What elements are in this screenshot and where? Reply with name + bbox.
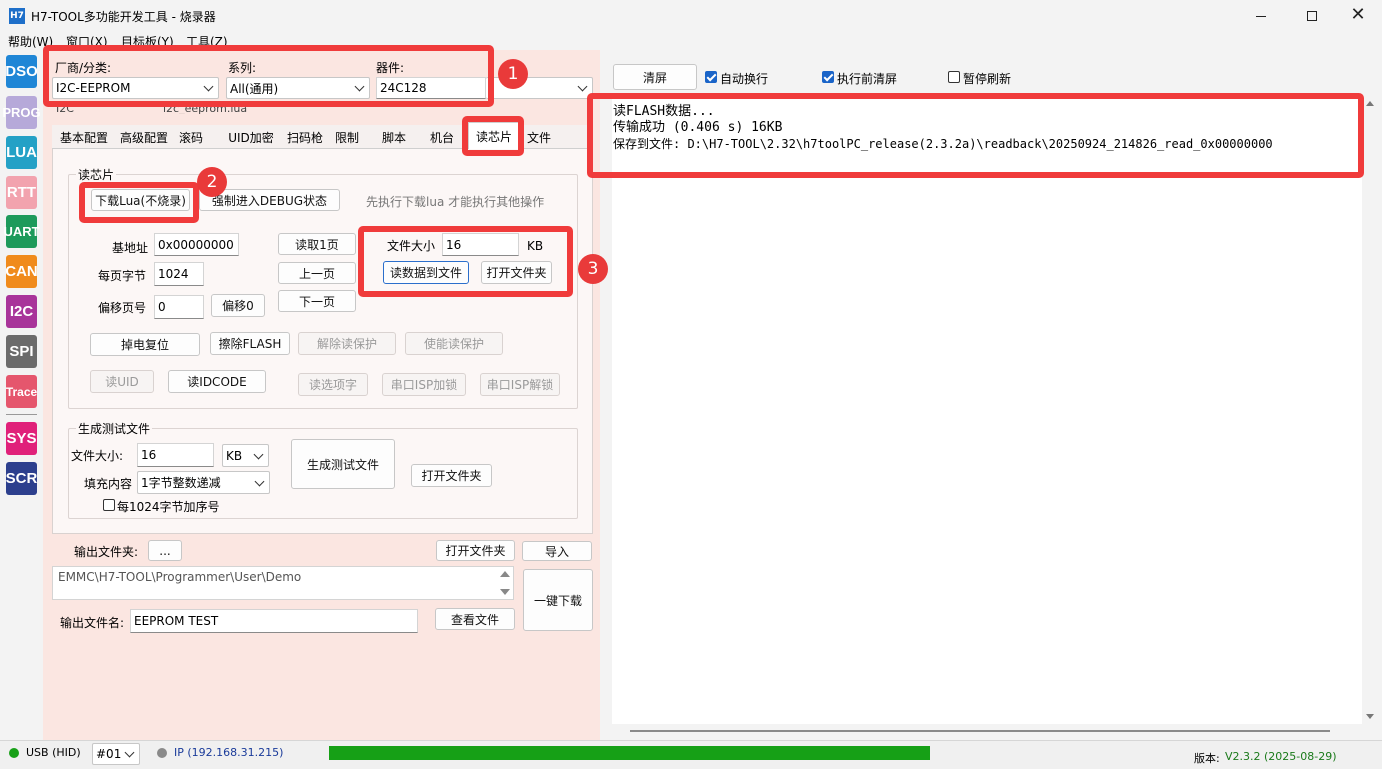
next-page-button[interactable]: 下一页: [278, 290, 356, 312]
serial-isp-lock-button[interactable]: 串口ISP加锁: [382, 373, 466, 396]
sidebar-item-uart[interactable]: UART: [3, 215, 40, 248]
hint-text: 先执行下载lua 才能执行其他操作: [366, 195, 545, 209]
auto-wrap-checkbox[interactable]: [705, 71, 717, 83]
progress-fill: [329, 746, 930, 760]
ip-status-icon: [157, 748, 167, 758]
sidebar-item-prog[interactable]: PROG: [2, 96, 41, 129]
close-icon[interactable]: ✕: [1349, 6, 1367, 24]
sidebar-item-sys[interactable]: SYS: [6, 422, 37, 455]
sidebar-item-spi[interactable]: SPI: [6, 335, 37, 368]
version-value: V2.3.2 (2025-08-29): [1225, 750, 1337, 763]
sidebar-item-can[interactable]: CAN: [5, 255, 38, 288]
read-page-button[interactable]: 读取1页: [278, 233, 356, 255]
output-filename-label: 输出文件名:: [60, 616, 125, 630]
erase-flash-button[interactable]: 擦除FLASH: [210, 332, 290, 355]
gen-open-folder-button[interactable]: 打开文件夹: [411, 464, 492, 487]
seq-checkbox[interactable]: [103, 499, 115, 511]
gen-size-input[interactable]: 16: [137, 443, 214, 467]
read-option-button[interactable]: 读选项字: [298, 373, 368, 396]
gen-size-label: 文件大小:: [71, 449, 124, 463]
offset-page-label: 偏移页号: [98, 301, 147, 315]
tab-scanner[interactable]: 扫码枪: [282, 126, 328, 148]
sidebar-item-dso[interactable]: DSO: [5, 55, 38, 88]
view-file-button[interactable]: 查看文件: [435, 608, 515, 630]
output-folder-label: 输出文件夹:: [74, 545, 139, 559]
scroll-down-icon[interactable]: [1366, 714, 1374, 719]
annotation-box-3: [358, 226, 573, 297]
tab-limit[interactable]: 限制: [332, 126, 362, 148]
base-addr-label: 基地址: [112, 241, 149, 255]
base-addr-input[interactable]: 0x00000000: [154, 233, 239, 256]
pause-refresh-checkbox[interactable]: [948, 71, 960, 83]
annotation-box-2: [79, 182, 199, 223]
gen-size-unit-select[interactable]: KB: [222, 444, 269, 467]
serial-isp-unlock-button[interactable]: 串口ISP解锁: [480, 373, 560, 396]
usb-status-icon: [9, 748, 19, 758]
output-open-folder-button[interactable]: 打开文件夹: [436, 540, 515, 561]
browse-folder-button[interactable]: ...: [148, 540, 182, 561]
fill-select[interactable]: 1字节整数递减: [137, 471, 270, 494]
tab-machine[interactable]: 机台: [426, 126, 458, 148]
sidebar-item-trace[interactable]: Trace: [6, 375, 37, 408]
output-folder-path[interactable]: EMMC\H7-TOOL\Programmer\User\Demo: [52, 566, 514, 600]
log-textarea[interactable]: 读FLASH数据... 传输成功 (0.406 s) 16KB 保存到文件: D…: [612, 96, 1362, 724]
window-title: H7-TOOL多功能开发工具 - 烧录器: [31, 10, 216, 24]
sidebar-item-rtt[interactable]: RTT: [6, 176, 37, 209]
log-hscrollbar[interactable]: [630, 730, 1330, 732]
tab-basic[interactable]: 基本配置: [56, 126, 112, 148]
path-scroll-up-icon[interactable]: [500, 571, 510, 577]
tab-advanced[interactable]: 高级配置: [116, 126, 172, 148]
page-bytes-label: 每页字节: [98, 269, 147, 283]
tab-script[interactable]: 脚本: [378, 126, 410, 148]
tab-uid[interactable]: UID加密: [224, 126, 278, 148]
annotation-box-tab: [462, 116, 524, 156]
sidebar-divider: [6, 414, 37, 415]
remove-protect-button[interactable]: 解除读保护: [298, 332, 396, 355]
gen-test-group-title: 生成测试文件: [76, 420, 153, 437]
annotation-box-log: [587, 93, 1364, 178]
maximize-icon[interactable]: [1304, 8, 1320, 24]
port-select[interactable]: #01: [92, 743, 140, 765]
tab-rolling[interactable]: 滚码: [176, 126, 206, 148]
fill-label: 填充内容: [84, 477, 133, 491]
read-idcode-button[interactable]: 读IDCODE: [168, 370, 266, 393]
clear-before-checkbox[interactable]: [822, 71, 834, 83]
offset-zero-button[interactable]: 偏移0: [211, 294, 265, 317]
version-label: 版本:: [1194, 752, 1220, 765]
offset-page-input[interactable]: 0: [154, 295, 204, 319]
clear-before-label: 执行前清屏: [837, 72, 898, 86]
annotation-badge-1: 1: [498, 59, 528, 89]
read-chip-group-title: 读芯片: [76, 166, 117, 183]
title-bar: H7 H7-TOOL多功能开发工具 - 烧录器 ✕: [0, 0, 1382, 32]
ip-status: IP (192.168.31.215): [174, 746, 284, 759]
minimize-icon[interactable]: [1253, 8, 1269, 24]
sidebar-item-i2c[interactable]: I2C: [6, 295, 37, 328]
read-uid-button[interactable]: 读UID: [90, 370, 154, 393]
annotation-box-1: [43, 45, 494, 107]
app-icon: H7: [9, 8, 25, 24]
clear-screen-button[interactable]: 清屏: [613, 64, 697, 90]
enable-protect-button[interactable]: 使能读保护: [405, 332, 503, 355]
path-scroll-down-icon[interactable]: [500, 589, 510, 595]
annotation-badge-3: 3: [578, 254, 608, 284]
import-button[interactable]: 导入: [522, 541, 592, 561]
sidebar-item-scr[interactable]: SCR: [6, 462, 37, 495]
one-click-download-button[interactable]: 一键下载: [523, 569, 593, 631]
power-reset-button[interactable]: 掉电复位: [90, 333, 200, 356]
scroll-up-icon[interactable]: [1366, 101, 1374, 106]
seq-label: 每1024字节加序号: [117, 500, 220, 514]
tab-file[interactable]: 文件: [524, 126, 554, 148]
usb-status: USB (HID): [26, 746, 81, 759]
annotation-badge-2: 2: [197, 167, 227, 197]
prev-page-button[interactable]: 上一页: [278, 262, 356, 284]
output-folder-path-text: EMMC\H7-TOOL\Programmer\User\Demo: [58, 570, 302, 584]
output-filename-input[interactable]: EEPROM TEST: [130, 609, 418, 633]
generate-test-file-button[interactable]: 生成测试文件: [291, 439, 395, 489]
log-vscrollbar[interactable]: [1362, 96, 1378, 724]
pause-refresh-label: 暂停刷新: [963, 72, 1012, 86]
page-bytes-input[interactable]: 1024: [154, 262, 204, 286]
auto-wrap-label: 自动换行: [720, 72, 769, 86]
sidebar-item-lua[interactable]: LUA: [6, 136, 37, 169]
